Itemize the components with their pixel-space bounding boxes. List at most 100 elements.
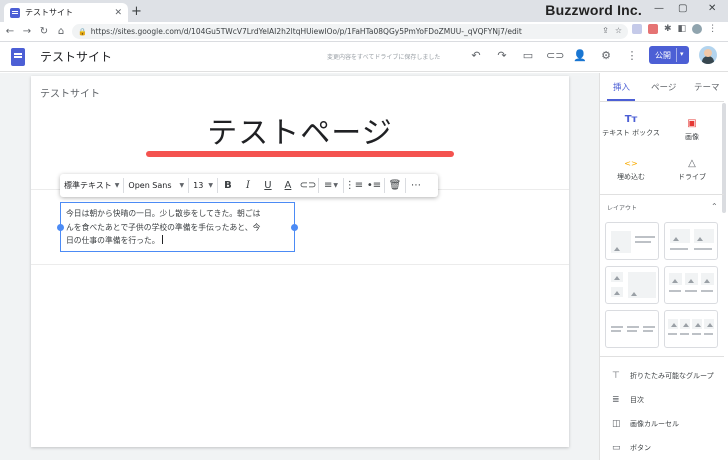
new-tab-button[interactable]: + bbox=[131, 4, 142, 20]
more-horizontal-icon[interactable]: ⋯ bbox=[406, 174, 426, 197]
layout-card[interactable] bbox=[605, 266, 659, 304]
more-menu-icon[interactable]: ⋮ bbox=[708, 24, 717, 34]
insert-embed-button[interactable]: <> 埋め込む bbox=[601, 158, 661, 182]
settings-gear-icon[interactable]: ⚙ bbox=[598, 49, 614, 62]
page-site-name[interactable]: テストサイト bbox=[40, 85, 100, 100]
panel-scrollbar[interactable] bbox=[722, 103, 726, 213]
forward-icon[interactable]: → bbox=[20, 26, 34, 37]
extension-toolbar: ✱ ◧ ⋮ bbox=[632, 24, 717, 34]
panel-divider bbox=[599, 101, 724, 102]
add-editor-icon[interactable]: 👤 bbox=[572, 49, 588, 62]
chevron-down-icon: ▼ bbox=[208, 182, 213, 189]
address-bar-row: ← → ↻ ⌂ 🔒 https://sites.google.com/d/104… bbox=[0, 22, 728, 42]
align-icon[interactable]: ≡ ▼ bbox=[319, 174, 343, 197]
paragraph-style-select[interactable]: 標準テキスト ▼ bbox=[60, 174, 123, 197]
insert-table-of-contents[interactable]: ≣ 目次 bbox=[612, 395, 644, 405]
tab-pages[interactable]: ページ bbox=[651, 81, 676, 93]
extension-icon[interactable] bbox=[648, 24, 658, 34]
item-label: 画像カルーセル bbox=[630, 420, 679, 428]
copy-link-icon[interactable]: ⊂⊃ bbox=[546, 49, 564, 62]
publish-button[interactable]: 公開 ▾ bbox=[649, 46, 689, 64]
paragraph-style-value: 標準テキスト bbox=[64, 181, 112, 190]
lock-icon: 🔒 bbox=[78, 27, 87, 36]
site-title[interactable]: テストサイト bbox=[40, 48, 112, 65]
maximize-icon[interactable]: ▢ bbox=[678, 3, 687, 14]
collapse-chevron-icon[interactable]: ⌃ bbox=[711, 202, 718, 211]
insert-image-carousel[interactable]: ◫ 画像カルーセル bbox=[612, 419, 679, 429]
preview-icon[interactable]: ▭ bbox=[520, 49, 536, 62]
resize-handle-right[interactable] bbox=[291, 224, 298, 231]
collapsible-group-icon: ⊤ bbox=[612, 371, 620, 381]
text-line: 今日は朝から快晴の一日。少し散歩をしてきた。朝ごは bbox=[66, 209, 261, 218]
chevron-down-icon: ▼ bbox=[179, 182, 185, 189]
account-avatar[interactable] bbox=[699, 46, 717, 64]
text-color-button[interactable]: A bbox=[278, 174, 298, 197]
url-input[interactable]: 🔒 https://sites.google.com/d/104Gu5TWcV7… bbox=[72, 24, 628, 39]
font-size-select[interactable]: 13 ▼ bbox=[189, 174, 217, 197]
layout-card[interactable] bbox=[664, 310, 718, 348]
layout-card[interactable] bbox=[664, 222, 718, 260]
back-icon[interactable]: ← bbox=[3, 26, 17, 37]
delete-icon[interactable]: 🗑 bbox=[385, 174, 405, 197]
format-toolbar: 標準テキスト ▼ Open Sans ▼ 13 ▼ B I U A ⊂⊃ ≡ ▼ ⋮≡ … bbox=[60, 174, 438, 197]
layout-section-header: レイアウト bbox=[607, 205, 638, 212]
bookmark-star-icon[interactable]: ☆ bbox=[615, 26, 622, 35]
extension-icon[interactable] bbox=[632, 24, 642, 34]
publish-label: 公開 bbox=[655, 50, 671, 60]
item-label: 折りたたみ可能なグループ bbox=[630, 372, 714, 380]
insert-text-box-button[interactable]: Tт テキスト ボックス bbox=[601, 114, 661, 138]
bold-button[interactable]: B bbox=[218, 174, 238, 197]
tab-insert[interactable]: 挿入 bbox=[613, 81, 630, 93]
button-icon: ▭ bbox=[612, 443, 621, 453]
insert-link-icon[interactable]: ⊂⊃ bbox=[298, 174, 318, 197]
google-sites-logo-icon[interactable] bbox=[11, 48, 25, 66]
font-size-value: 13 bbox=[193, 181, 204, 190]
redo-icon[interactable]: ↷ bbox=[494, 49, 510, 62]
text-box-icon: Tт bbox=[624, 114, 638, 125]
undo-icon[interactable]: ↶ bbox=[468, 49, 484, 62]
window-close-icon[interactable]: ✕ bbox=[708, 3, 716, 14]
side-panel-icon[interactable]: ◧ bbox=[678, 24, 687, 34]
save-status: 変更内容をすべてドライブに保存しました bbox=[327, 54, 441, 61]
insert-label: ドライブ bbox=[678, 173, 706, 181]
share-icon[interactable]: ⇪ bbox=[602, 26, 609, 35]
text-box[interactable]: 今日は朝から快晴の一日。少し散歩をしてきた。朝ごは んを食べたあとで子供の学校の… bbox=[60, 202, 295, 252]
insert-drive-button[interactable]: △ ドライブ bbox=[662, 158, 722, 182]
image-icon: ▣ bbox=[687, 118, 697, 129]
resize-handle-left[interactable] bbox=[57, 224, 64, 231]
embed-icon: <> bbox=[624, 159, 638, 168]
puzzle-icon[interactable]: ✱ bbox=[664, 24, 672, 34]
text-line-content: 日の仕事の準備を行った。 bbox=[66, 236, 160, 245]
page-title[interactable]: テストページ bbox=[150, 108, 450, 152]
home-icon[interactable]: ⌂ bbox=[54, 26, 68, 37]
font-value: Open Sans bbox=[128, 181, 172, 190]
font-select[interactable]: Open Sans ▼ bbox=[124, 174, 188, 197]
profile-icon[interactable] bbox=[692, 24, 703, 34]
publish-dropdown-icon[interactable]: ▾ bbox=[680, 50, 684, 58]
drive-icon: △ bbox=[688, 158, 696, 169]
numbered-list-icon[interactable]: ⋮≡ bbox=[344, 174, 364, 197]
minimize-icon[interactable]: — bbox=[654, 3, 664, 14]
browser-tab[interactable]: テストサイト ✕ bbox=[4, 3, 128, 22]
publish-divider bbox=[676, 48, 677, 62]
insert-button[interactable]: ▭ ボタン bbox=[612, 443, 651, 453]
watermark: Buzzword Inc. bbox=[545, 2, 642, 18]
bulleted-list-icon[interactable]: •≡ bbox=[364, 174, 384, 197]
chevron-down-icon: ▼ bbox=[114, 182, 120, 189]
insert-collapsible-group[interactable]: ⊤ 折りたたみ可能なグループ bbox=[612, 371, 714, 381]
item-label: ボタン bbox=[630, 444, 651, 452]
italic-button[interactable]: I bbox=[238, 174, 258, 197]
layout-card[interactable] bbox=[605, 310, 659, 348]
reload-icon[interactable]: ↻ bbox=[37, 26, 51, 37]
text-cursor bbox=[161, 235, 163, 244]
tab-themes[interactable]: テーマ bbox=[694, 81, 720, 93]
insert-label: 画像 bbox=[685, 133, 699, 141]
tab-close-icon[interactable]: ✕ bbox=[114, 8, 122, 18]
layout-card[interactable] bbox=[664, 266, 718, 304]
more-options-icon[interactable]: ⋮ bbox=[624, 49, 640, 62]
layout-card[interactable] bbox=[605, 222, 659, 260]
text-line: んを食べたあとで子供の学校の準備を手伝ったあと、今 bbox=[66, 222, 261, 232]
insert-image-button[interactable]: ▣ 画像 bbox=[662, 118, 722, 142]
panel-divider bbox=[599, 356, 724, 357]
underline-button[interactable]: U bbox=[258, 174, 278, 197]
